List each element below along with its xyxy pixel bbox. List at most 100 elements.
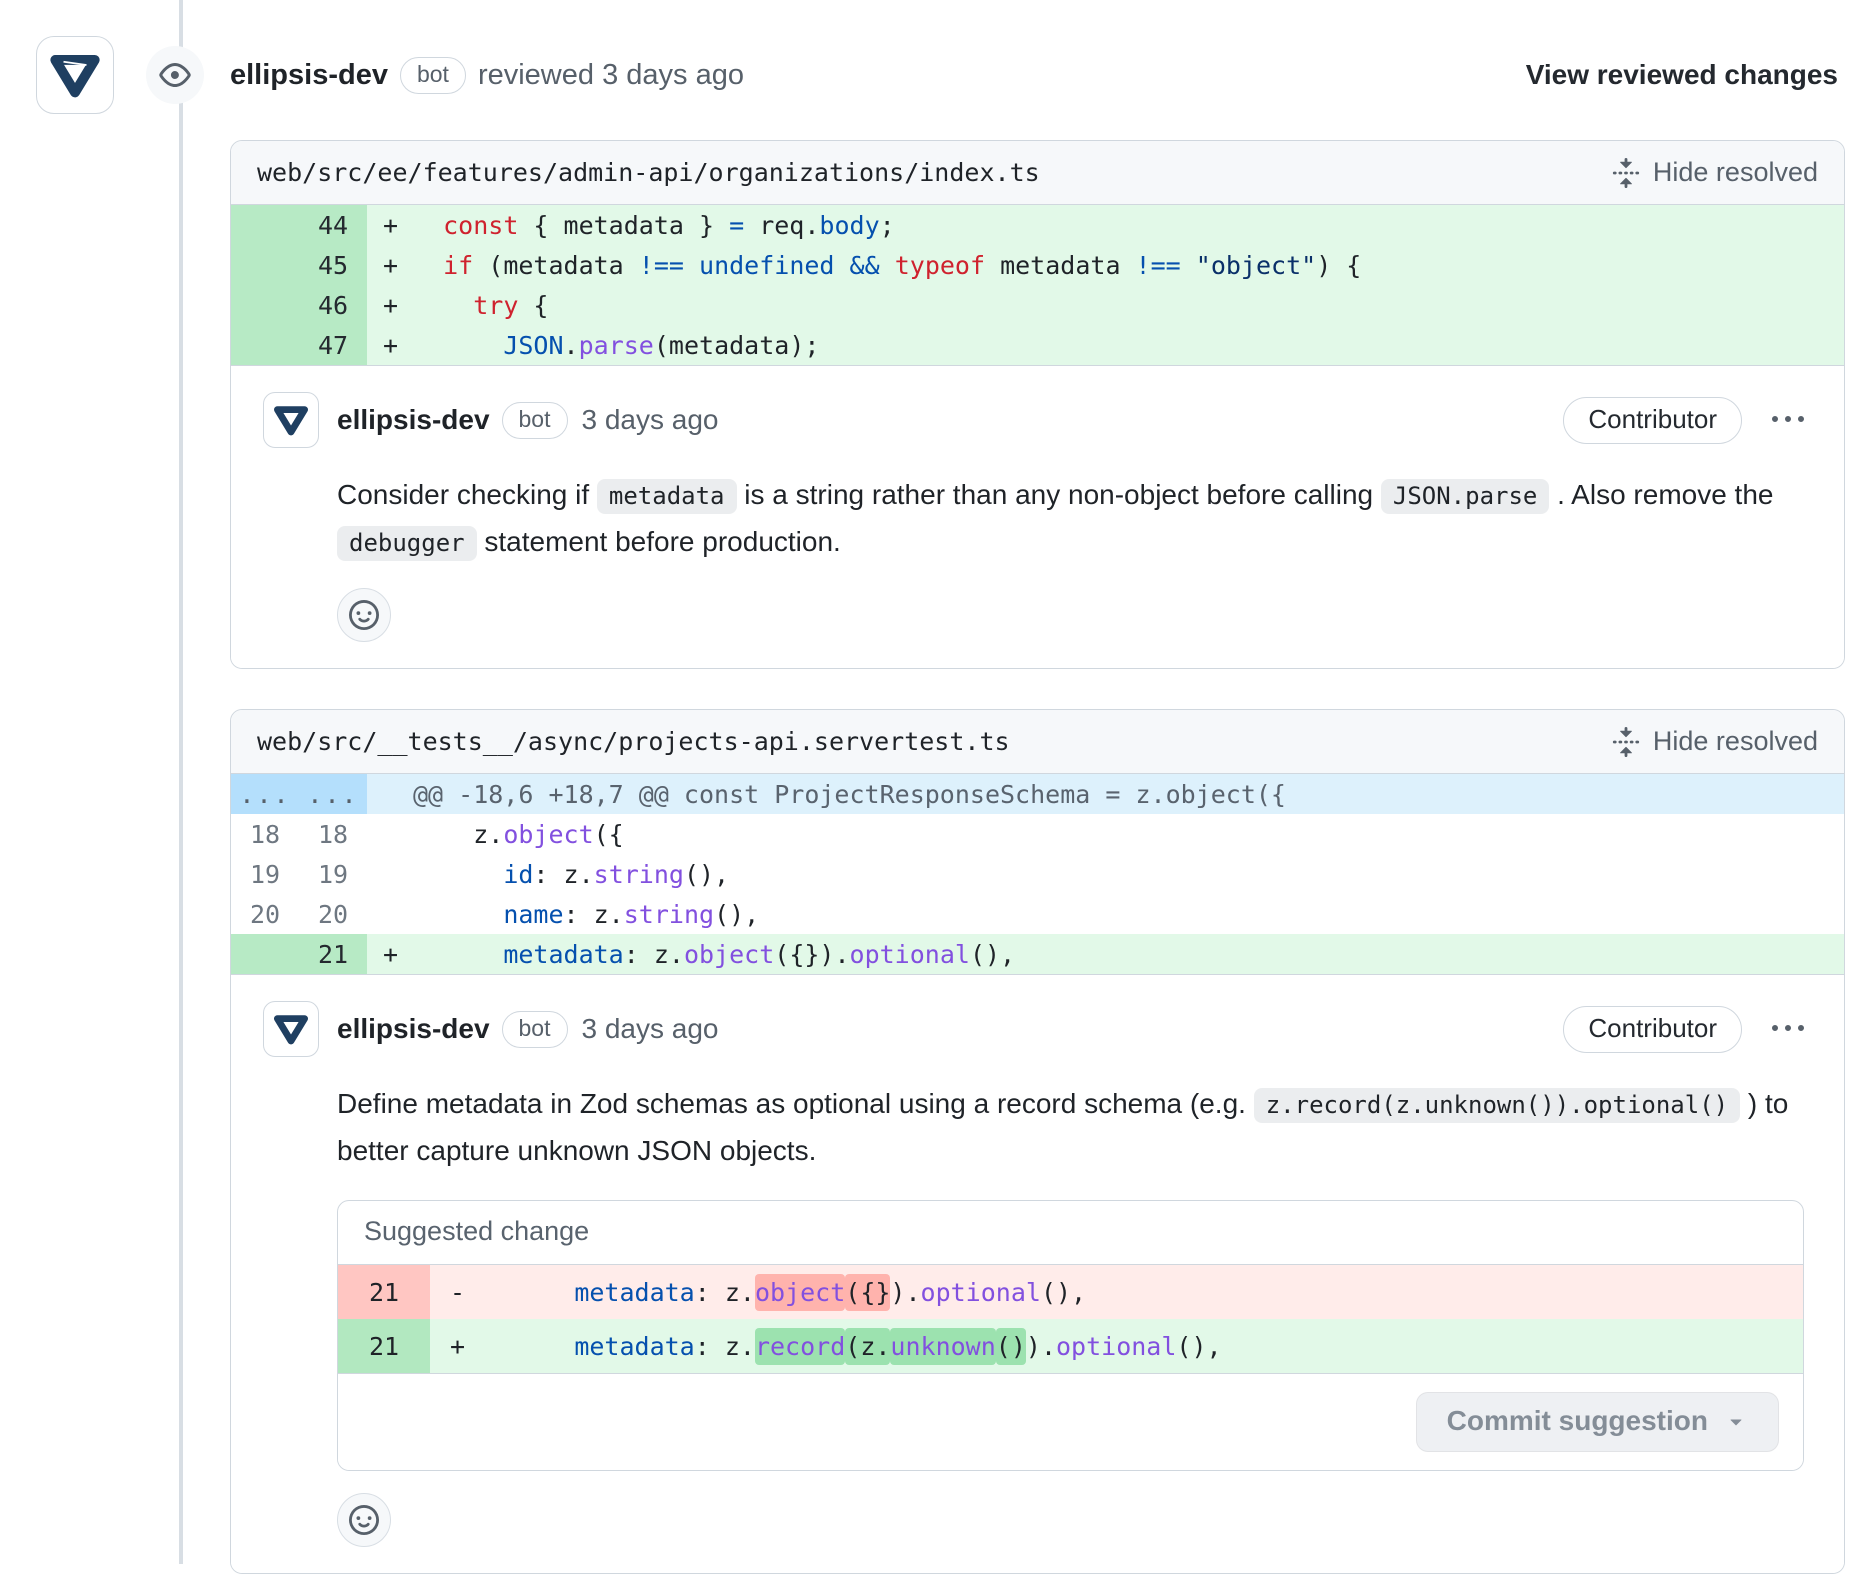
code-token: parse: [579, 331, 654, 360]
old-line-number: [231, 934, 299, 974]
contributor-badge: Contributor: [1563, 1006, 1742, 1053]
ellipsis-logo-icon: [271, 1009, 311, 1049]
comment-timestamp[interactable]: 3 days ago: [582, 1013, 719, 1045]
reviewer-name[interactable]: ellipsis-dev: [230, 59, 388, 92]
file-path[interactable]: web/src/ee/features/admin-api/organizati…: [257, 158, 1040, 187]
ellipsis-logo-icon: [46, 46, 104, 104]
comment-body: Define metadata in Zod schemas as option…: [337, 1081, 1804, 1174]
suggestion-diff: 21- metadata: z.object({}).optional(),21…: [338, 1265, 1803, 1373]
old-line-number: ...: [231, 774, 299, 814]
diff-file-header: web/src/ee/features/admin-api/organizati…: [231, 141, 1844, 205]
code-token: { metadata }: [518, 211, 729, 240]
code-token: : z.: [624, 940, 684, 969]
new-line-number: 45: [299, 245, 367, 285]
code-token: ({}).: [774, 940, 849, 969]
view-reviewed-changes-link[interactable]: View reviewed changes: [1526, 59, 1838, 91]
new-line-number: 20: [299, 894, 367, 934]
review-thread-card: web/src/ee/features/admin-api/organizati…: [230, 140, 1845, 669]
review-threads: web/src/ee/features/admin-api/organizati…: [230, 140, 1845, 1574]
diff-sign: +: [367, 291, 413, 320]
code-token: ) {: [1316, 251, 1361, 280]
code-token: !==: [639, 251, 684, 280]
comment-avatar[interactable]: [263, 1001, 319, 1057]
hide-resolved-label: Hide resolved: [1653, 726, 1818, 757]
code-line: + metadata: z.object({}).optional(),: [367, 934, 1844, 974]
code-token: id: [503, 860, 533, 889]
comment-options-button[interactable]: [1772, 404, 1804, 436]
code-token: : z.: [695, 1332, 755, 1361]
add-reaction-button[interactable]: [337, 588, 391, 642]
diff-line: 1818 z.object({: [231, 814, 1844, 854]
code-line: + JSON.parse(metadata);: [367, 325, 1844, 365]
smiley-icon: [349, 600, 379, 630]
code-token: ).: [890, 1278, 920, 1307]
code-token: req.: [744, 211, 819, 240]
review-thread-card: web/src/__tests__/async/projects-api.ser…: [230, 709, 1845, 1574]
code-token: unknown: [890, 1328, 995, 1365]
suggested-change-title: Suggested change: [338, 1201, 1803, 1265]
old-line-number: [231, 245, 299, 285]
old-line-number: 19: [231, 854, 299, 894]
comment-timestamp[interactable]: 3 days ago: [582, 404, 719, 436]
diff-line: 45+ if (metadata !== undefined && typeof…: [231, 245, 1844, 285]
code-token: undefined: [699, 251, 834, 280]
code-token: (metadata: [473, 251, 639, 280]
reviewer-avatar[interactable]: [36, 36, 114, 114]
code-token: string: [624, 900, 714, 929]
fold-icon: [1611, 158, 1641, 188]
code-token: [413, 251, 443, 280]
code-token: optional: [1056, 1332, 1176, 1361]
code-line: name: z.string(),: [367, 894, 1844, 934]
review-action-text: reviewed 3 days ago: [478, 59, 744, 92]
inline-code: metadata: [597, 479, 737, 514]
commit-suggestion-button[interactable]: Commit suggestion: [1416, 1392, 1779, 1452]
file-path[interactable]: web/src/__tests__/async/projects-api.ser…: [257, 727, 1010, 756]
code-token: typeof: [895, 251, 985, 280]
code-line: + if (metadata !== undefined && typeof m…: [367, 245, 1844, 285]
code-token: optional: [850, 940, 970, 969]
code-token: name: [503, 900, 563, 929]
triangle-down-icon: [1724, 1409, 1748, 1433]
new-line-number: 46: [299, 285, 367, 325]
comment-avatar[interactable]: [263, 392, 319, 448]
code-token: (),: [1176, 1332, 1221, 1361]
code-token: [484, 1278, 574, 1307]
timeline-line: [179, 0, 183, 1564]
code-token: [484, 1332, 574, 1361]
comment-options-button[interactable]: [1772, 1013, 1804, 1045]
code-token: JSON: [503, 331, 563, 360]
hide-resolved-button[interactable]: Hide resolved: [1611, 726, 1818, 757]
code-token: [413, 211, 443, 240]
diff-line: 44+ const { metadata } = req.body;: [231, 205, 1844, 245]
review-eye-badge: [146, 46, 204, 104]
review-comment: ellipsis-dev bot 3 days ago Contributor …: [231, 974, 1844, 1573]
diff-line: 1919 id: z.string(),: [231, 854, 1844, 894]
code-token: [1181, 251, 1196, 280]
suggestion-footer: Commit suggestion: [338, 1373, 1803, 1470]
new-line-number: 44: [299, 205, 367, 245]
code-token: [684, 251, 699, 280]
suggestion-diff-line: 21+ metadata: z.record(z.unknown()).opti…: [338, 1319, 1803, 1373]
comment-author[interactable]: ellipsis-dev: [337, 404, 490, 436]
code-token: metadata: [574, 1332, 694, 1361]
line-number: 21: [338, 1319, 430, 1373]
diff-table: 44+ const { metadata } = req.body;45+ if…: [231, 205, 1844, 365]
suggestion-diff-line: 21- metadata: z.object({}).optional(),: [338, 1265, 1803, 1319]
code-token: const: [443, 211, 518, 240]
comment-author[interactable]: ellipsis-dev: [337, 1013, 490, 1045]
code-token: &&: [850, 251, 880, 280]
hide-resolved-button[interactable]: Hide resolved: [1611, 157, 1818, 188]
code-token: : z.: [533, 860, 593, 889]
add-reaction-button[interactable]: [337, 1493, 391, 1547]
hide-resolved-label: Hide resolved: [1653, 157, 1818, 188]
diff-file-header: web/src/__tests__/async/projects-api.ser…: [231, 710, 1844, 774]
comment-text: Consider checking if: [337, 479, 597, 510]
code-token: .: [564, 331, 579, 360]
new-line-number: 19: [299, 854, 367, 894]
bot-badge: bot: [502, 402, 568, 439]
code-token: (),: [1041, 1278, 1086, 1307]
code-token: [880, 251, 895, 280]
code-token: ({: [594, 820, 624, 849]
diff-line: 21+ metadata: z.object({}).optional(),: [231, 934, 1844, 974]
new-line-number: 18: [299, 814, 367, 854]
